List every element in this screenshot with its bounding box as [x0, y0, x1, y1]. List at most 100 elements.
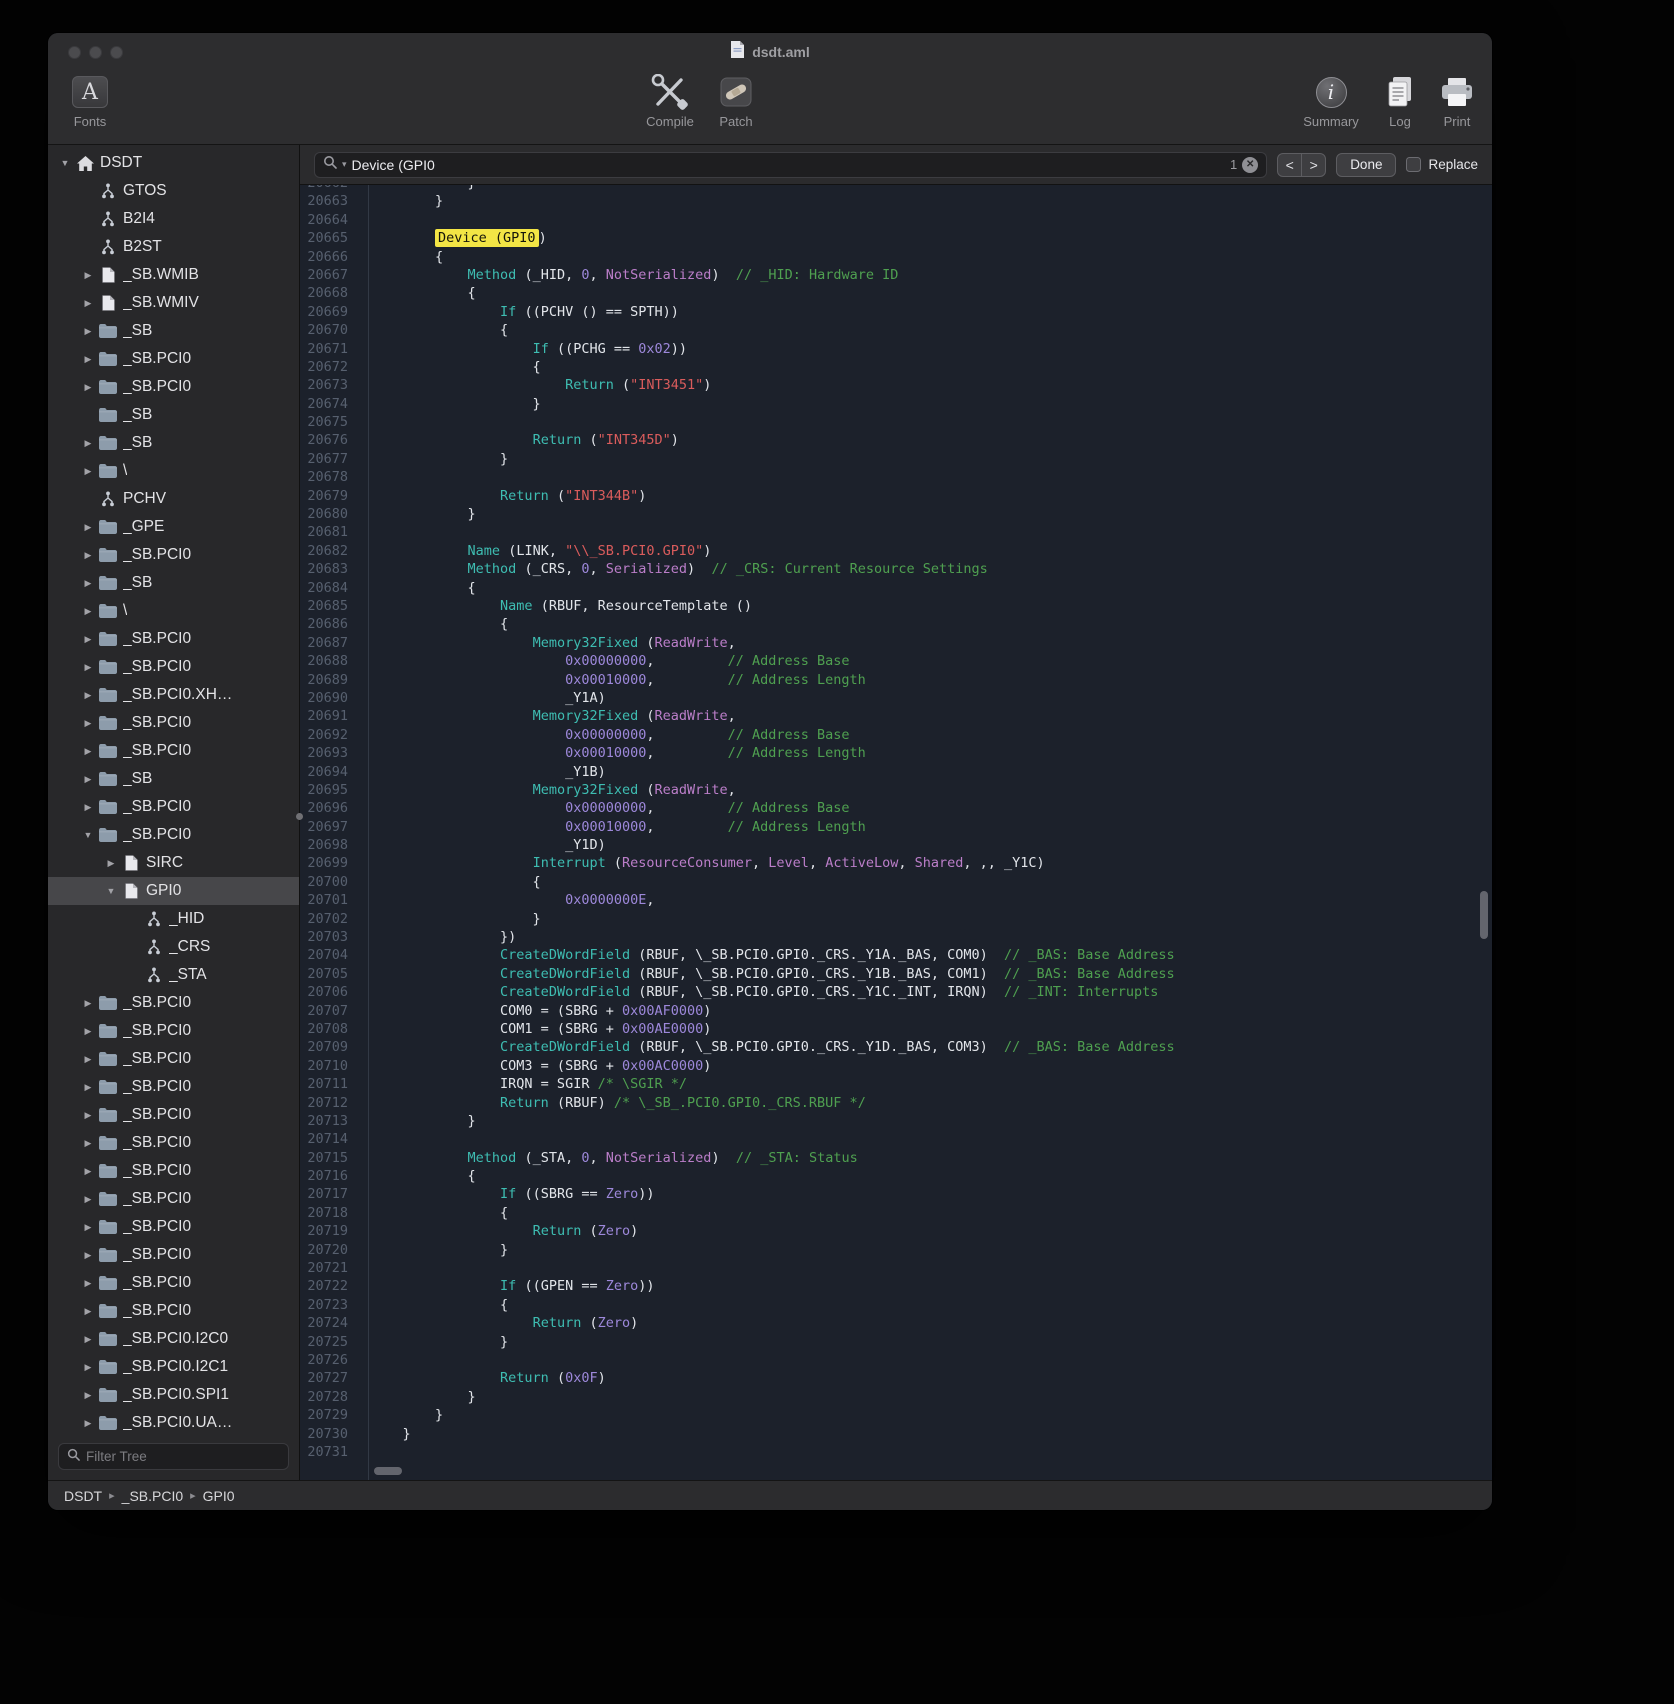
- sidebar-item-sb[interactable]: ▶_SB: [48, 317, 299, 345]
- sidebar-item-b2i4[interactable]: B2I4: [48, 205, 299, 233]
- horizontal-scrollbar-thumb[interactable]: [374, 1467, 402, 1475]
- disclosure-closed-icon[interactable]: ▶: [79, 522, 97, 533]
- disclosure-open-icon[interactable]: ▼: [56, 158, 74, 168]
- sidebar-item-b2st[interactable]: B2ST: [48, 233, 299, 261]
- sidebar-item-sb-pci0[interactable]: ▼_SB.PCI0: [48, 821, 299, 849]
- sidebar-item-sb-pci0[interactable]: ▶_SB.PCI0: [48, 1269, 299, 1297]
- disclosure-closed-icon[interactable]: ▶: [79, 1194, 97, 1205]
- breadcrumb-item[interactable]: _SB.PCI0: [122, 1488, 183, 1504]
- breadcrumb-item[interactable]: DSDT: [64, 1488, 102, 1504]
- find-next-button[interactable]: >: [1301, 153, 1326, 177]
- filter-tree-input[interactable]: [86, 1449, 280, 1464]
- sidebar-item-backslash[interactable]: ▶\: [48, 457, 299, 485]
- disclosure-closed-icon[interactable]: ▶: [79, 1026, 97, 1037]
- disclosure-closed-icon[interactable]: ▶: [79, 774, 97, 785]
- sidebar-item-sb-pci0[interactable]: ▶_SB.PCI0: [48, 737, 299, 765]
- find-previous-button[interactable]: <: [1277, 153, 1302, 177]
- sidebar-item-hid[interactable]: _HID: [48, 905, 299, 933]
- disclosure-closed-icon[interactable]: ▶: [79, 326, 97, 337]
- sidebar-item-sta[interactable]: _STA: [48, 961, 299, 989]
- sidebar-item-gtos[interactable]: GTOS: [48, 177, 299, 205]
- disclosure-closed-icon[interactable]: ▶: [79, 1418, 97, 1429]
- sidebar-item-sb-pci0[interactable]: ▶_SB.PCI0: [48, 653, 299, 681]
- disclosure-closed-icon[interactable]: ▶: [79, 606, 97, 617]
- disclosure-closed-icon[interactable]: ▶: [79, 634, 97, 645]
- sidebar-item-sb-pci0[interactable]: ▶_SB.PCI0: [48, 1213, 299, 1241]
- compile-button[interactable]: Compile: [638, 73, 702, 129]
- disclosure-closed-icon[interactable]: ▶: [79, 1222, 97, 1233]
- clear-search-icon[interactable]: ✕: [1242, 157, 1258, 173]
- disclosure-closed-icon[interactable]: ▶: [79, 998, 97, 1009]
- sidebar-item-pchv[interactable]: PCHV: [48, 485, 299, 513]
- sidebar-item-sb-pci0[interactable]: ▶_SB.PCI0: [48, 1101, 299, 1129]
- sidebar-item-dsdt[interactable]: ▼DSDT: [48, 149, 299, 177]
- code-editor[interactable]: 20662 }20663 }2066420665 Device (GPI0)20…: [300, 185, 1492, 1480]
- disclosure-closed-icon[interactable]: ▶: [79, 466, 97, 477]
- sidebar-item-sb-wmib[interactable]: ▶_SB.WMIB: [48, 261, 299, 289]
- sidebar-item-sb-pci0[interactable]: ▶_SB.PCI0: [48, 1045, 299, 1073]
- sidebar-item-sb-pci0[interactable]: ▶_SB.PCI0: [48, 541, 299, 569]
- disclosure-closed-icon[interactable]: ▶: [79, 746, 97, 757]
- sidebar-item-sb-pci0-spi1[interactable]: ▶_SB.PCI0.SPI1: [48, 1381, 299, 1409]
- disclosure-open-icon[interactable]: ▼: [79, 830, 97, 840]
- done-button[interactable]: Done: [1336, 153, 1396, 177]
- search-menu-caret-icon[interactable]: ▾: [342, 159, 347, 170]
- breadcrumb-item[interactable]: GPI0: [203, 1488, 235, 1504]
- sidebar-item-sb-pci0[interactable]: ▶_SB.PCI0: [48, 1073, 299, 1101]
- replace-checkbox[interactable]: [1406, 157, 1421, 172]
- disclosure-closed-icon[interactable]: ▶: [79, 1362, 97, 1373]
- sidebar-item-sb-wmiv[interactable]: ▶_SB.WMIV: [48, 289, 299, 317]
- disclosure-closed-icon[interactable]: ▶: [79, 1334, 97, 1345]
- disclosure-closed-icon[interactable]: ▶: [79, 578, 97, 589]
- sidebar-item-gpi0[interactable]: ▼GPI0: [48, 877, 299, 905]
- sidebar-item-sb[interactable]: ▶_SB: [48, 765, 299, 793]
- sidebar-item-sb-pci0[interactable]: ▶_SB.PCI0: [48, 1297, 299, 1325]
- log-button[interactable]: Log: [1374, 73, 1426, 129]
- disclosure-closed-icon[interactable]: ▶: [79, 1306, 97, 1317]
- disclosure-closed-icon[interactable]: ▶: [79, 662, 97, 673]
- find-input[interactable]: [352, 157, 1225, 173]
- disclosure-closed-icon[interactable]: ▶: [102, 858, 120, 869]
- sidebar-item-sb-pci0[interactable]: ▶_SB.PCI0: [48, 989, 299, 1017]
- filter-tree-field[interactable]: [58, 1443, 289, 1470]
- find-field[interactable]: ▾ 1 ✕: [314, 152, 1267, 178]
- sidebar-item-sb-pci0[interactable]: ▶_SB.PCI0: [48, 709, 299, 737]
- sidebar-item-sb[interactable]: _SB: [48, 401, 299, 429]
- disclosure-closed-icon[interactable]: ▶: [79, 1166, 97, 1177]
- vertical-scrollbar-thumb[interactable]: [1480, 891, 1488, 939]
- sidebar-item-sirc[interactable]: ▶SIRC: [48, 849, 299, 877]
- disclosure-closed-icon[interactable]: ▶: [79, 550, 97, 561]
- sidebar-item-sb-pci0[interactable]: ▶_SB.PCI0: [48, 1157, 299, 1185]
- sidebar-item-sb-pci0[interactable]: ▶_SB.PCI0: [48, 1185, 299, 1213]
- sidebar-item-crs[interactable]: _CRS: [48, 933, 299, 961]
- disclosure-closed-icon[interactable]: ▶: [79, 298, 97, 309]
- sidebar-item-sb[interactable]: ▶_SB: [48, 569, 299, 597]
- sidebar-item-sb-pci0-xh[interactable]: ▶_SB.PCI0.XH…: [48, 681, 299, 709]
- print-button[interactable]: Print: [1428, 73, 1486, 129]
- disclosure-closed-icon[interactable]: ▶: [79, 1250, 97, 1261]
- disclosure-closed-icon[interactable]: ▶: [79, 1054, 97, 1065]
- sidebar-item-sb-pci0[interactable]: ▶_SB.PCI0: [48, 1129, 299, 1157]
- disclosure-closed-icon[interactable]: ▶: [79, 1138, 97, 1149]
- disclosure-closed-icon[interactable]: ▶: [79, 382, 97, 393]
- disclosure-closed-icon[interactable]: ▶: [79, 1278, 97, 1289]
- sidebar-item-sb-pci0[interactable]: ▶_SB.PCI0: [48, 625, 299, 653]
- disclosure-closed-icon[interactable]: ▶: [79, 1110, 97, 1121]
- sidebar-item-backslash[interactable]: ▶\: [48, 597, 299, 625]
- disclosure-closed-icon[interactable]: ▶: [79, 1082, 97, 1093]
- sidebar-resize-handle[interactable]: [296, 813, 303, 820]
- fonts-button[interactable]: A Fonts: [60, 73, 120, 129]
- disclosure-closed-icon[interactable]: ▶: [79, 438, 97, 449]
- sidebar-item-sb-pci0[interactable]: ▶_SB.PCI0: [48, 1017, 299, 1045]
- sidebar-item-sb-pci0-i2c1[interactable]: ▶_SB.PCI0.I2C1: [48, 1353, 299, 1381]
- sidebar-item-sb-pci0[interactable]: ▶_SB.PCI0: [48, 793, 299, 821]
- disclosure-closed-icon[interactable]: ▶: [79, 802, 97, 813]
- sidebar-item-gpe[interactable]: ▶_GPE: [48, 513, 299, 541]
- sidebar-item-sb[interactable]: ▶_SB: [48, 429, 299, 457]
- summary-button[interactable]: i Summary: [1300, 73, 1362, 129]
- patch-button[interactable]: Patch: [709, 73, 763, 129]
- sidebar-item-sb-pci0-ua[interactable]: ▶_SB.PCI0.UA…: [48, 1409, 299, 1437]
- disclosure-closed-icon[interactable]: ▶: [79, 354, 97, 365]
- sidebar-item-sb-pci0[interactable]: ▶_SB.PCI0: [48, 373, 299, 401]
- disclosure-closed-icon[interactable]: ▶: [79, 270, 97, 281]
